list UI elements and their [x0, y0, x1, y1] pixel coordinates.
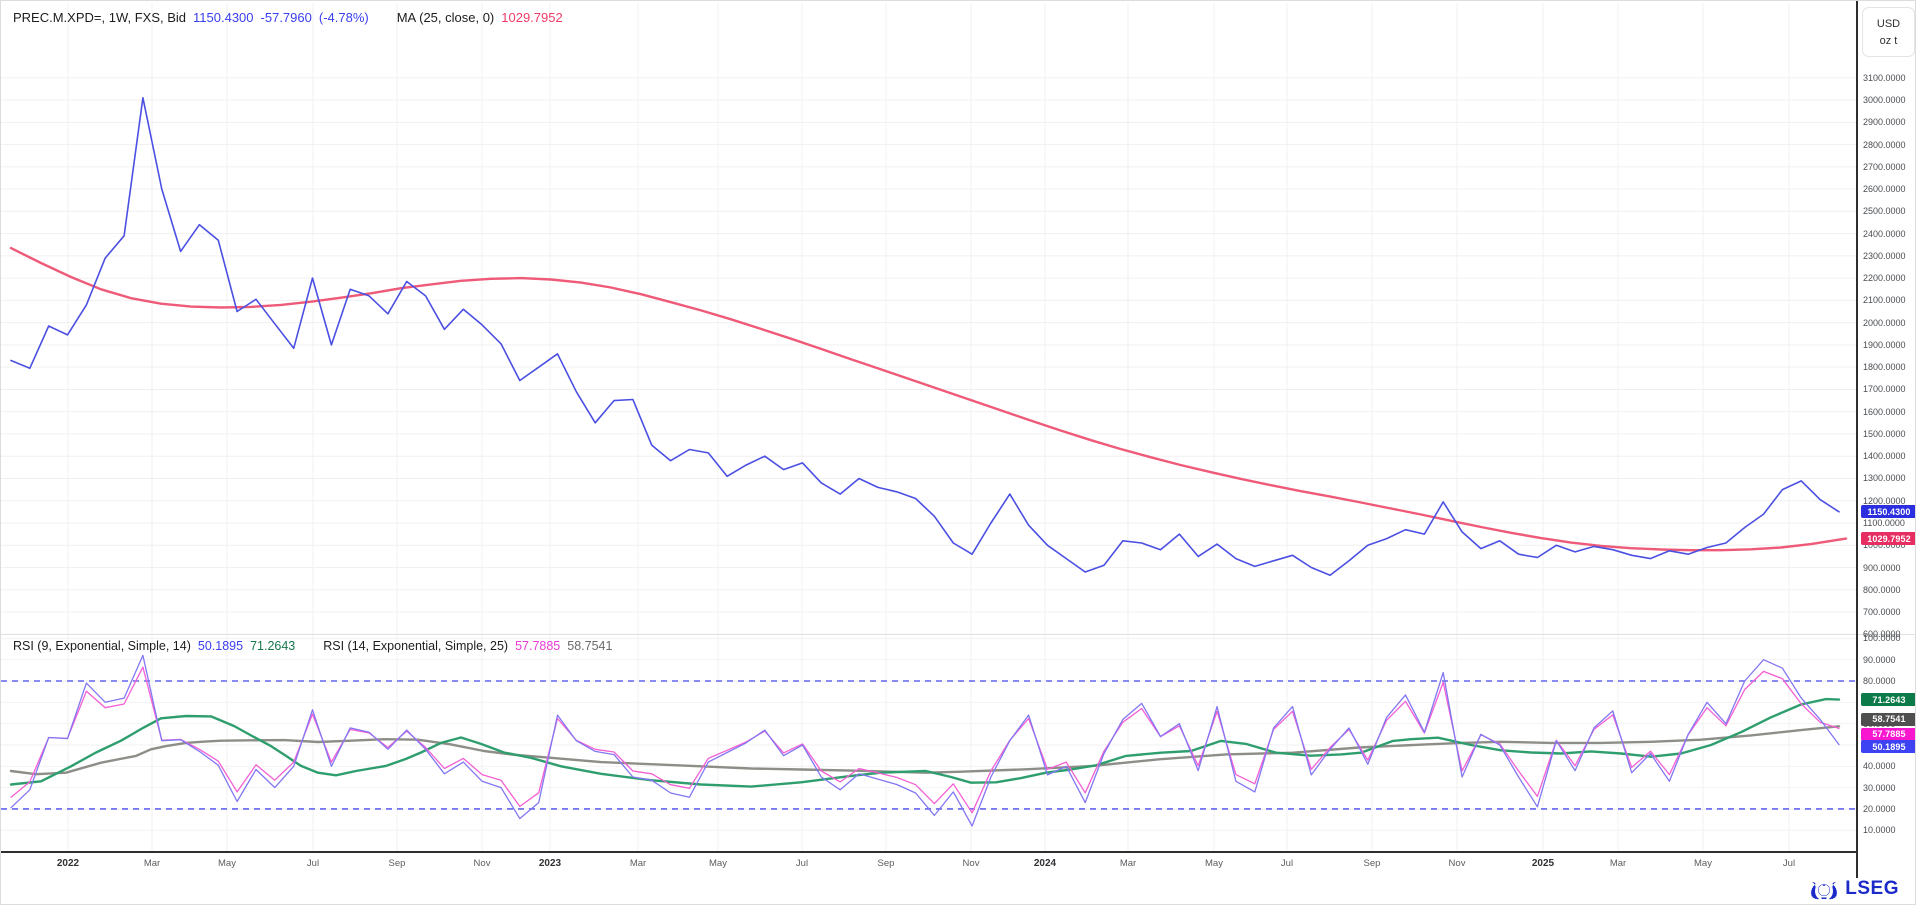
time-axis-label[interactable]: Sep — [864, 858, 908, 869]
price-change-pct: (-4.78%) — [319, 10, 369, 25]
time-axis-label[interactable]: Mar — [1596, 858, 1640, 869]
price-tick-label: 2200.0000 — [1863, 273, 1906, 283]
pane-divider[interactable] — [1, 634, 1916, 635]
time-axis-label[interactable]: Mar — [616, 858, 660, 869]
ma25-line[interactable] — [11, 248, 1846, 550]
rsi-legend: RSI (9, Exponential, Simple, 14) 50.1895… — [13, 639, 612, 653]
price-tick-label: 2300.0000 — [1863, 251, 1906, 261]
time-axis-label[interactable]: Mar — [130, 858, 174, 869]
axis-unit-currency: USD — [1877, 18, 1900, 30]
price-tick-label: 2800.0000 — [1863, 140, 1906, 150]
time-axis-label[interactable]: May — [696, 858, 740, 869]
rsi-axis-badge: 50.1895 — [1861, 740, 1916, 753]
time-axis-label[interactable]: May — [1681, 858, 1725, 869]
price-tick-label: 2400.0000 — [1863, 229, 1906, 239]
price-tick-label: 2600.0000 — [1863, 184, 1906, 194]
price-tick-label: 3100.0000 — [1863, 73, 1906, 83]
time-axis-label[interactable]: Nov — [1435, 858, 1479, 869]
price-tick-label: 2100.0000 — [1863, 295, 1906, 305]
lseg-crest-icon — [1809, 877, 1839, 901]
time-axis-label[interactable]: May — [205, 858, 249, 869]
time-axis-label[interactable]: 2024 — [1023, 858, 1067, 869]
time-axis-label[interactable]: 2023 — [528, 858, 572, 869]
price-tick-label: 1600.0000 — [1863, 407, 1906, 417]
instrument-label[interactable]: PREC.M.XPD=, 1W, FXS, Bid — [13, 10, 186, 25]
time-axis-label[interactable]: Nov — [460, 858, 504, 869]
price-tick-label: 1500.0000 — [1863, 429, 1906, 439]
time-axis-label[interactable]: Jul — [1265, 858, 1309, 869]
price-axis-badge: 1029.7952 — [1861, 532, 1916, 545]
gridlines — [1, 3, 1857, 852]
rsi9-indicator-label[interactable]: RSI (9, Exponential, Simple, 14) — [13, 639, 191, 653]
price-axis-badge: 1150.4300 — [1861, 505, 1916, 518]
price-tick-label: 3000.0000 — [1863, 95, 1906, 105]
price-tick-label: 900.0000 — [1863, 563, 1901, 573]
rsi-tick-label: 10.0000 — [1863, 825, 1896, 835]
time-axis-label[interactable]: 2025 — [1521, 858, 1565, 869]
rsi9-value: 50.1895 — [198, 639, 243, 653]
rsi-tick-label: 40.0000 — [1863, 761, 1896, 771]
time-axis-label[interactable]: Jul — [291, 858, 335, 869]
rsi-tick-label: 30.0000 — [1863, 783, 1896, 793]
last-price-value: 1150.4300 — [193, 10, 254, 25]
price-tick-label: 1900.0000 — [1863, 340, 1906, 350]
price-tick-label: 800.0000 — [1863, 585, 1901, 595]
price-tick-label: 1100.0000 — [1863, 518, 1905, 528]
rsi14-signal-value: 58.7541 — [567, 639, 612, 653]
axis-unit-measure: oz t — [1880, 35, 1898, 47]
rsi-axis-badge: 71.2643 — [1861, 693, 1916, 706]
rsi14-indicator-label[interactable]: RSI (14, Exponential, Simple, 25) — [323, 639, 508, 653]
rsi14_signal-line[interactable] — [11, 726, 1839, 774]
rsi9-signal-value: 71.2643 — [250, 639, 295, 653]
price-tick-label: 2500.0000 — [1863, 206, 1906, 216]
price-tick-label: 1800.0000 — [1863, 362, 1906, 372]
price-tick-label: 1700.0000 — [1863, 384, 1906, 394]
time-axis-label[interactable]: Jul — [1767, 858, 1811, 869]
price-tick-label: 2000.0000 — [1863, 318, 1906, 328]
price-tick-label: 1300.0000 — [1863, 473, 1906, 483]
ma-value: 1029.7952 — [501, 10, 562, 25]
rsi-tick-label: 90.0000 — [1863, 655, 1896, 665]
chart-window: PREC.M.XPD=, 1W, FXS, Bid 1150.4300 -57.… — [0, 0, 1916, 905]
price-tick-label: 1400.0000 — [1863, 451, 1906, 461]
price-legend: PREC.M.XPD=, 1W, FXS, Bid 1150.4300 -57.… — [13, 10, 563, 25]
rsi-tick-label: 20.0000 — [1863, 804, 1896, 814]
time-axis-label[interactable]: May — [1192, 858, 1236, 869]
rsi-tick-label: 100.0000 — [1863, 633, 1901, 643]
lseg-logo-text: LSEG — [1845, 878, 1899, 900]
chart-canvas[interactable] — [1, 1, 1916, 905]
price-line[interactable] — [11, 98, 1839, 576]
price-axis-line[interactable] — [1856, 1, 1858, 878]
time-axis-label[interactable]: Nov — [949, 858, 993, 869]
price-tick-label: 700.0000 — [1863, 607, 1901, 617]
rsi-axis-badge: 57.7885 — [1861, 728, 1916, 741]
price-tick-label: 1200.0000 — [1863, 496, 1906, 506]
rsi-axis-badge: 58.7541 — [1861, 713, 1916, 726]
time-axis-label[interactable]: Mar — [1106, 858, 1150, 869]
rsi-tick-label: 80.0000 — [1863, 676, 1896, 686]
lseg-logo: LSEG — [1809, 877, 1899, 901]
price-change-value: -57.7960 — [261, 10, 312, 25]
time-axis-separator — [1, 851, 1857, 853]
ma-indicator-label[interactable]: MA (25, close, 0) — [397, 10, 495, 25]
price-tick-label: 2900.0000 — [1863, 117, 1906, 127]
axis-unit-box: USD oz t — [1862, 7, 1915, 57]
time-axis-label[interactable]: Sep — [1350, 858, 1394, 869]
time-axis-label[interactable]: Jul — [780, 858, 824, 869]
rsi14-value: 57.7885 — [515, 639, 560, 653]
time-axis-label[interactable]: Sep — [375, 858, 419, 869]
price-tick-label: 2700.0000 — [1863, 162, 1906, 172]
time-axis-label[interactable]: 2022 — [46, 858, 90, 869]
